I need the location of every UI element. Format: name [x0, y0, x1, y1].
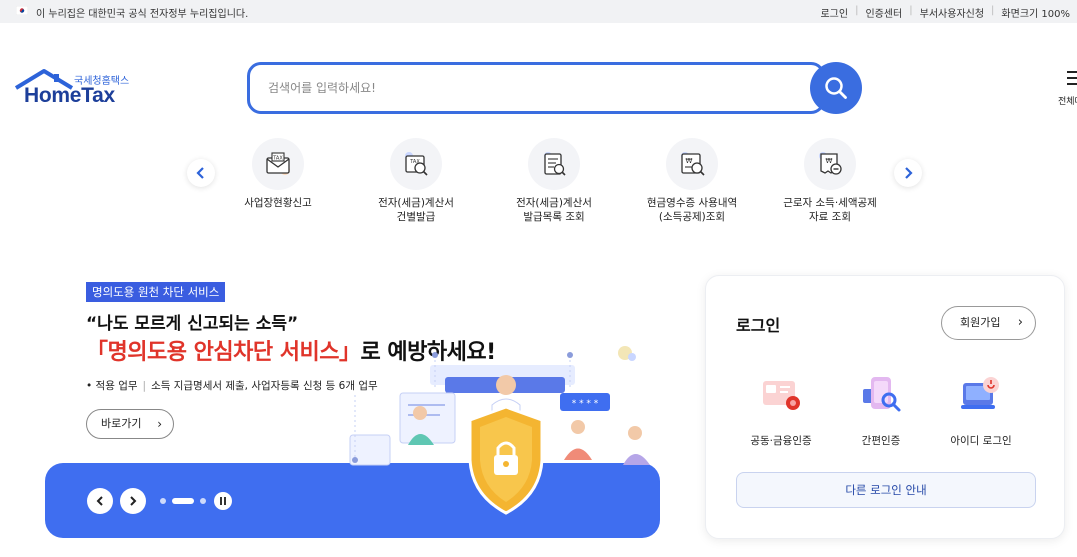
login-title: 로그인	[736, 316, 781, 335]
svg-text:TAX: TAX	[272, 156, 283, 162]
receipt-minus-icon: ₩	[804, 138, 856, 190]
quick-menu-prev-button[interactable]	[187, 159, 215, 187]
svg-text:₩: ₩	[826, 157, 833, 165]
all-menu-button[interactable]: 전체메뉴	[1058, 68, 1077, 108]
svg-text:* * * *: * * * *	[572, 399, 599, 409]
search-button[interactable]	[810, 62, 862, 114]
quick-menu-item[interactable]: TAX 사업장현황신고	[218, 138, 338, 210]
certificate-icon	[763, 381, 800, 410]
quick-menu-label: 전자(세금)계산서 건별발급	[378, 197, 454, 223]
quick-menu-item[interactable]: ₩ 근로자 소득·세액공제 자료 조회	[770, 138, 890, 224]
banner-go-label: 바로가기	[101, 417, 142, 430]
banner-desc-label: 적용 업무	[95, 380, 138, 392]
quick-menu-item[interactable]: ₩ 현금영수증 사용내역 (소득공제)조회	[632, 138, 752, 224]
simple-auth-icon	[863, 377, 901, 412]
security-shield-illustration: * * * *	[349, 346, 650, 515]
receipt-search-icon: ₩	[666, 138, 718, 190]
tax-search-icon: TAX	[390, 138, 442, 190]
banner-description: • 적용 업무 | 소득 지급명세서 제출, 사업자등록 신청 등 6개 업무	[86, 380, 378, 392]
quick-menu-item[interactable]: TAX 전자(세금)계산서 건별발급	[356, 138, 476, 224]
chevron-left-icon	[196, 167, 204, 179]
document-search-icon	[528, 138, 580, 190]
hometax-logo[interactable]: 국세청홈택스 HomeTax	[14, 68, 139, 112]
korea-flag-icon	[16, 6, 28, 15]
quick-menu-next-button[interactable]	[894, 159, 922, 187]
all-menu-label: 전체메뉴	[1058, 97, 1077, 107]
util-link-login[interactable]: 로그인	[813, 5, 855, 20]
hamburger-icon	[1067, 71, 1077, 89]
quick-menu-label: 근로자 소득·세액공제 자료 조회	[783, 197, 877, 223]
login-method-certificate[interactable]: 공동·금융인증	[736, 371, 826, 448]
quick-menu-item[interactable]: 전자(세금)계산서 발급목록 조회	[494, 138, 614, 224]
slide-indicator[interactable]	[200, 498, 206, 504]
search-icon	[825, 77, 847, 99]
banner-pause-button[interactable]	[214, 492, 232, 510]
banner-prev-button[interactable]	[87, 488, 113, 514]
util-link-dept-user[interactable]: 부서사용자신청	[913, 5, 991, 20]
tax-envelope-icon: TAX	[252, 138, 304, 190]
chevron-left-icon	[96, 496, 103, 506]
other-login-guide-button[interactable]: 다른 로그인 안내	[736, 472, 1036, 508]
sign-up-button[interactable]: 회원가입 ›	[941, 306, 1036, 340]
quick-menu-label: 전자(세금)계산서 발급목록 조회	[516, 197, 592, 223]
slide-indicator-active[interactable]	[172, 498, 194, 504]
util-link-cert-center[interactable]: 인증센터	[858, 5, 909, 20]
login-method-id[interactable]: 아이디 로그인	[936, 371, 1026, 448]
chevron-right-icon	[130, 496, 137, 506]
banner-tag: 명의도용 원천 차단 서비스	[86, 282, 226, 302]
login-card: 로그인 회원가입 › 공동·금융인증 간편인증 아이디 로그인 다른 로그인 안…	[705, 275, 1065, 539]
banner-next-button[interactable]	[120, 488, 146, 514]
banner-headline: “나도 모르게 신고되는 소득”	[86, 314, 299, 334]
login-method-label: 아이디 로그인	[950, 435, 1012, 447]
util-link-zoom[interactable]: 화면크기 100%	[994, 5, 1077, 20]
banner-go-button[interactable]: 바로가기 ›	[86, 409, 174, 439]
utility-links: 로그인 | 인증센터 | 부서사용자신청 | 화면크기 100%	[813, 5, 1077, 20]
login-method-label: 공동·금융인증	[750, 435, 812, 447]
gov-notice-text: 이 누리집은 대한민국 공식 전자정부 누리집입니다.	[36, 9, 249, 20]
sign-up-label: 회원가입	[960, 316, 1001, 329]
quick-menu-label: 사업장현황신고	[244, 197, 312, 209]
banner-service-name: 「명의도용 안심차단 서비스」	[86, 340, 361, 365]
svg-text:₩: ₩	[686, 157, 693, 165]
chevron-right-icon: ›	[1017, 315, 1023, 330]
gov-notice-bar: 이 누리집은 대한민국 공식 전자정부 누리집입니다. 로그인 | 인증센터 |…	[0, 0, 1077, 23]
search-input[interactable]	[268, 77, 788, 99]
logo-wordmark: HomeTax	[24, 84, 115, 107]
login-method-simple-auth[interactable]: 간편인증	[836, 371, 926, 448]
quick-menu-label: 현금영수증 사용내역 (소득공제)조회	[646, 197, 738, 223]
chevron-right-icon	[905, 167, 913, 179]
login-method-label: 간편인증	[861, 435, 901, 447]
chevron-right-icon: ›	[157, 417, 162, 431]
id-login-icon	[961, 377, 999, 409]
search-box	[247, 62, 825, 114]
slide-indicator[interactable]	[160, 498, 166, 504]
